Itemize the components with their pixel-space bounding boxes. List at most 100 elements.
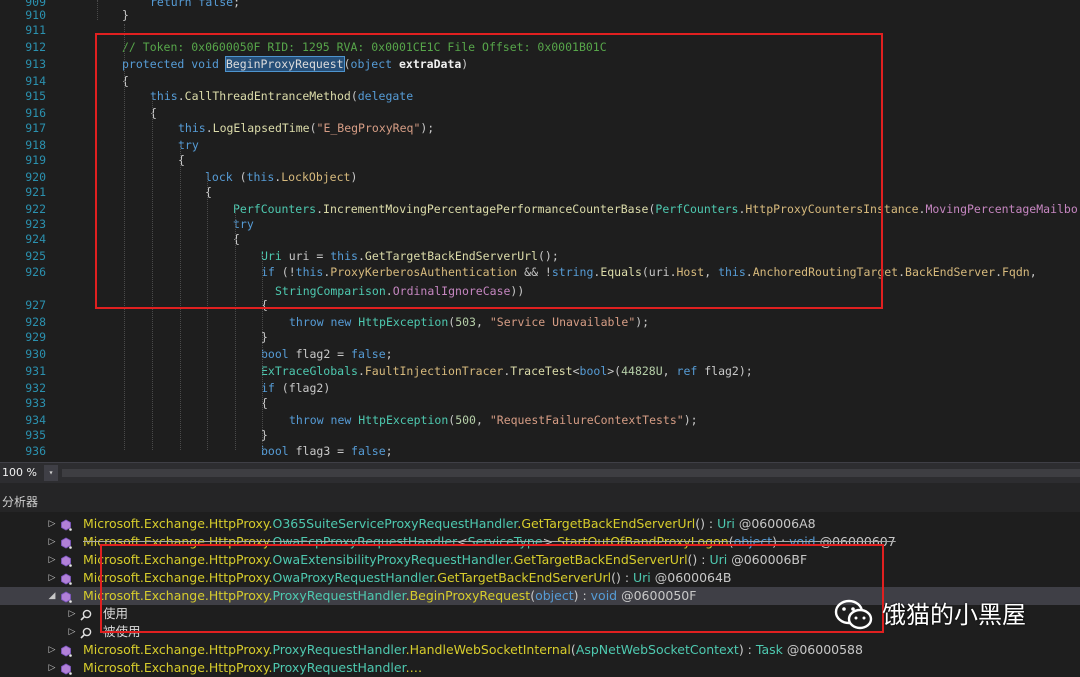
line-number: 935 [25,428,46,442]
code-line[interactable]: try [233,218,254,231]
tree-node-method[interactable]: ▷ Microsoft.Exchange.HttpProxy.OwaExtensi… [0,551,1080,569]
label-part: AspNetWebSocketContext [575,642,739,657]
analyzer-tree[interactable]: ▷ Microsoft.Exchange.HttpProxy.O365SuiteS… [0,512,1080,675]
line-number: 910 [25,8,46,22]
code-token: ; [385,444,393,458]
label-part: HandleWebSocketInternal [409,642,571,657]
zoom-level[interactable]: 100 % [0,465,44,481]
code-line[interactable]: this.CallThreadEntranceMethod(delegate [150,90,413,103]
indent-guide [180,144,181,450]
label-part: () : [611,570,634,585]
code-line[interactable]: return false; [150,0,240,9]
code-token: this [718,265,746,279]
code-token: "E_BegProxyReq" [316,121,421,135]
code-line[interactable]: throw new HttpException(503, "Service Un… [289,316,649,329]
panel-splitter[interactable] [0,483,1080,492]
code-editor[interactable]: 909 910 911 912 913 914 915 916 917 918 919 920 921 9… [0,0,1080,462]
code-token: ; [233,0,241,9]
indent-guide [152,97,153,450]
label-part: OwaEcpProxyRequestHandler [272,534,458,549]
method-icon [60,518,72,531]
code-token: Fqdn [1002,265,1030,279]
zoom-dropdown-icon[interactable]: ▾ [44,465,58,481]
label-part: ProxyRequestHandler [272,660,406,675]
code-token: string [551,265,594,279]
tree-node-method[interactable]: ▷ Microsoft.Exchange.HttpProxy.O365SuiteS… [0,515,1080,533]
code-line[interactable]: if (!this.ProxyKerberosAuthentication &&… [261,266,1037,279]
code-token: bool [261,444,296,458]
expand-arrow-icon[interactable]: ▷ [46,533,58,551]
tree-node-method[interactable]: ▷ Microsoft.Exchange.HttpProxy.OwaEcpProx… [0,533,1080,551]
label-part: @060006A8 [734,516,816,531]
label-part: Microsoft.Exchange.HttpProxy. [83,534,273,549]
label-part: O365SuiteServiceProxyRequestHandler [272,516,518,531]
line-number: 930 [25,347,46,361]
code-line[interactable]: StringComparison.OrdinalIgnoreCase)) [275,285,524,298]
code-line[interactable]: bool flag3 = false; [261,445,393,458]
code-line[interactable]: lock (this.LockObject) [205,171,357,184]
expand-arrow-icon[interactable]: ▷ [46,551,58,569]
code-token: flag3 = [295,444,352,458]
code-line[interactable]: if (flag2) [261,382,330,395]
code-token: // Token: 0x0600050F RID: 1295 RVA: 0x00… [122,40,607,54]
code-token: false [351,444,386,458]
label-part: () : [695,516,718,531]
label-part: ProxyRequestHandler [272,642,406,657]
expand-arrow-icon[interactable]: ▷ [66,605,78,623]
code-token: HttpException [358,413,449,427]
code-token: 500 [455,413,476,427]
indent-guide [97,0,98,20]
label-part: Microsoft.Exchange.HttpProxy. [83,516,273,531]
code-line[interactable]: bool flag2 = false; [261,348,393,361]
label-part: GetTargetBackEndServerUrl [437,570,612,585]
code-line[interactable]: protected void BeginProxyRequest(object … [122,56,468,72]
tree-node-label: 被使用 [103,623,141,641]
code-token: . [177,89,185,103]
horizontal-scrollbar[interactable] [62,469,1080,477]
code-token: GetTargetBackEndServerUrl [364,249,538,263]
code-token: StringComparison [275,284,386,298]
code-line[interactable]: Uri uri = this.GetTargetBackEndServerUrl… [261,250,559,263]
code-token: , [475,413,490,427]
label-part: ServiceType [467,534,543,549]
code-token: HttpException [358,315,449,329]
indent-guide [207,174,208,450]
tree-node-method[interactable]: ▷ Microsoft.Exchange.HttpProxy.OwaProxyRe… [0,569,1080,587]
label-part: GetTargetBackEndServerUrl [521,516,696,531]
wechat-icon [834,599,873,630]
code-line[interactable]: throw new HttpException(500, "RequestFai… [289,414,698,427]
label-part: < [457,534,468,549]
expand-arrow-icon[interactable]: ▷ [46,515,58,533]
code-line[interactable]: PerfCounters.IncrementMovingPercentagePe… [233,203,1078,216]
code-token: bool [579,364,608,378]
expand-arrow-icon[interactable]: ▷ [46,641,58,659]
code-line[interactable]: this.LogElapsedTime("E_BegProxyReq"); [178,122,434,135]
line-number: 913 [25,57,46,71]
code-token: this [330,249,358,263]
expand-arrow-icon[interactable]: ▷ [46,569,58,587]
watermark: 饿猫的小黑屋 [834,597,1074,633]
label-part: OwaProxyRequestHandler [272,570,434,585]
code-token: 503 [455,315,476,329]
code-line[interactable]: ExTraceGlobals.FaultInjectionTracer.Trac… [261,365,753,378]
line-number: 928 [25,315,46,329]
tree-node-method[interactable]: ▷ Microsoft.Exchange.HttpProxy.ProxyReque… [0,641,1080,659]
code-token: FaultInjectionTracer [364,364,504,378]
code-line[interactable]: // Token: 0x0600050F RID: 1295 RVA: 0x00… [122,41,607,54]
code-line[interactable]: } [122,9,129,22]
label-part: BeginProxyRequest [409,588,531,603]
label-part: () : [687,552,710,567]
code-token: . [357,249,365,263]
code-token: this [178,121,206,135]
expand-arrow-icon[interactable]: ▷ [66,623,78,641]
code-token: BackEndServer [905,265,996,279]
code-line[interactable]: try [178,139,199,152]
tree-node-method[interactable]: ▷ Microsoft.Exchange.HttpProxy.ProxyReque… [0,659,1080,677]
expand-arrow-icon[interactable]: ▷ [46,659,58,677]
line-number: 922 [25,202,46,216]
tree-node-label: Microsoft.Exchange.HttpProxy.ProxyReques… [83,659,422,677]
code-token: if [261,265,282,279]
collapse-arrow-icon[interactable]: ◢ [46,587,58,605]
indent-guide [262,254,263,450]
code-token: < [572,364,580,378]
